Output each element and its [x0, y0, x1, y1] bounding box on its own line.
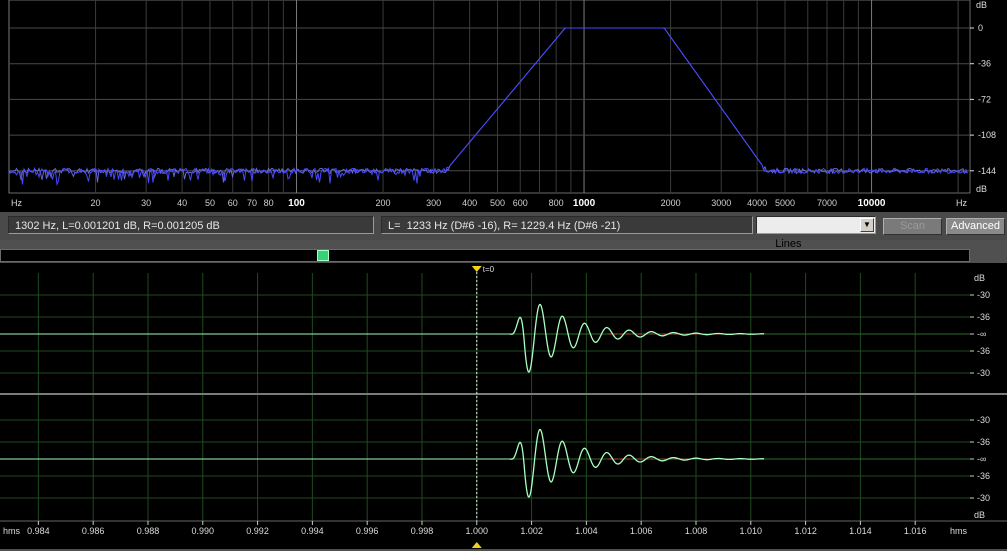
level-tick-label: -∞: [977, 329, 986, 339]
wave-unit-label-bottom: dB: [974, 510, 985, 520]
waveform-panel[interactable]: -30 -36 -∞ -36 -30 -30 -36 -∞ -36 -30 dB dB t=0 0.984…: [0, 263, 1007, 549]
cursor-readout: 1302 Hz, L=0.001201 dB, R=0.001205 dB: [8, 216, 374, 234]
freq-tick-label: 1000: [573, 198, 596, 209]
time-tick-label: 1.014: [849, 526, 872, 536]
wave-unit-label-top: dB: [974, 273, 985, 283]
level-tick-label: -∞: [977, 454, 986, 464]
display-mode-select[interactable]: Lines ▼: [756, 216, 876, 250]
time-tick-label: 1.006: [630, 526, 653, 536]
freq-unit-label-right: Hz: [956, 198, 967, 208]
time-zero-marker-icon: [471, 266, 482, 272]
time-unit-label-right: hms: [950, 526, 968, 536]
level-tick-label: -30: [977, 415, 990, 425]
time-tick-label: 0.996: [356, 526, 379, 536]
level-tick-label: -30: [977, 493, 990, 503]
freq-tick-label: 40: [177, 198, 187, 208]
time-tick-label: 0.994: [301, 526, 324, 536]
freq-unit-label-left: Hz: [11, 198, 22, 208]
waveform-trace: [509, 428, 765, 498]
waveform-graph[interactable]: -30 -36 -∞ -36 -30 -30 -36 -∞ -36 -30 dB dB t=0 0.984…: [0, 263, 1007, 549]
freq-tick-label: 2000: [661, 198, 681, 208]
advanced-button[interactable]: Advanced: [946, 218, 1005, 235]
freq-tick-label: 80: [264, 198, 274, 208]
time-tick-label: 0.998: [411, 526, 434, 536]
freq-tick-label: 200: [376, 198, 391, 208]
time-tick-label: 0.984: [27, 526, 50, 536]
freq-tick-label: 20: [91, 198, 101, 208]
freq-tick-label: 500: [490, 198, 505, 208]
waveform-trace: [509, 303, 765, 373]
freq-tick-label: 3000: [711, 198, 731, 208]
db-tick-label: -36: [978, 59, 991, 69]
freq-tick-label: 600: [513, 198, 528, 208]
level-tick-label: -36: [977, 346, 990, 356]
time-tick-label: 1.010: [740, 526, 763, 536]
chevron-down-icon[interactable]: ▼: [860, 218, 874, 232]
db-tick-label: -144: [978, 166, 996, 176]
freq-tick-label: 10000: [858, 198, 886, 209]
time-tick-label: 0.986: [82, 526, 105, 536]
freq-tick-label: 100: [288, 198, 305, 209]
freq-tick-label: 400: [462, 198, 477, 208]
freq-tick-label: 800: [549, 198, 564, 208]
overview-scroll-thumb[interactable]: [317, 250, 329, 261]
db-tick-label: -72: [978, 94, 991, 104]
time-unit-label-left: hms: [3, 526, 21, 536]
level-tick-label: -36: [977, 437, 990, 447]
time-tick-label: 0.990: [192, 526, 215, 536]
db-tick-label: 0: [978, 23, 983, 33]
time-tick-label: 1.002: [520, 526, 543, 536]
db-unit-label-bottom: dB: [976, 184, 987, 194]
time-tick-label: 1.016: [904, 526, 927, 536]
freq-tick-label: 30: [141, 198, 151, 208]
freq-tick-label: 5000: [775, 198, 795, 208]
time-tick-label: 1.012: [794, 526, 817, 536]
freq-tick-label: 50: [205, 198, 215, 208]
time-tick-label: 1.008: [685, 526, 708, 536]
time-zero-label: t=0: [483, 265, 495, 274]
freq-tick-label: 4000: [747, 198, 767, 208]
db-tick-label: -108: [978, 130, 996, 140]
status-bar: 1302 Hz, L=0.001201 dB, R=0.001205 dB L=…: [0, 212, 1007, 250]
scan-button[interactable]: Scan: [883, 218, 942, 235]
freq-tick-label: 70: [247, 198, 257, 208]
level-tick-label: -30: [977, 290, 990, 300]
overview-scrollbar[interactable]: [0, 249, 970, 262]
time-tick-label: 1.000: [466, 526, 489, 536]
spectrum-panel[interactable]: 0 -36 -72 -108 -144 dB dB Hz Hz 20 30 40 50 60 70 80 100…: [0, 0, 1007, 212]
spectrum-plot-area: [8, 0, 971, 194]
peak-readout: L= 1233 Hz (D#6 -16), R= 1229.4 Hz (D#6 …: [381, 216, 753, 234]
time-tick-label: 1.004: [575, 526, 598, 536]
level-tick-label: -36: [977, 312, 990, 322]
level-tick-label: -36: [977, 471, 990, 481]
spectrum-graph[interactable]: 0 -36 -72 -108 -144 dB dB Hz Hz 20 30 40 50 60 70 80 100…: [0, 0, 1007, 212]
freq-tick-label: 300: [426, 198, 441, 208]
freq-tick-label: 60: [228, 198, 238, 208]
time-zero-bottom-marker-icon: [471, 542, 482, 548]
db-unit-label-top: dB: [976, 0, 987, 10]
level-tick-label: -30: [977, 368, 990, 378]
time-tick-label: 0.988: [137, 526, 160, 536]
time-tick-label: 0.992: [246, 526, 269, 536]
freq-tick-label: 7000: [817, 198, 837, 208]
